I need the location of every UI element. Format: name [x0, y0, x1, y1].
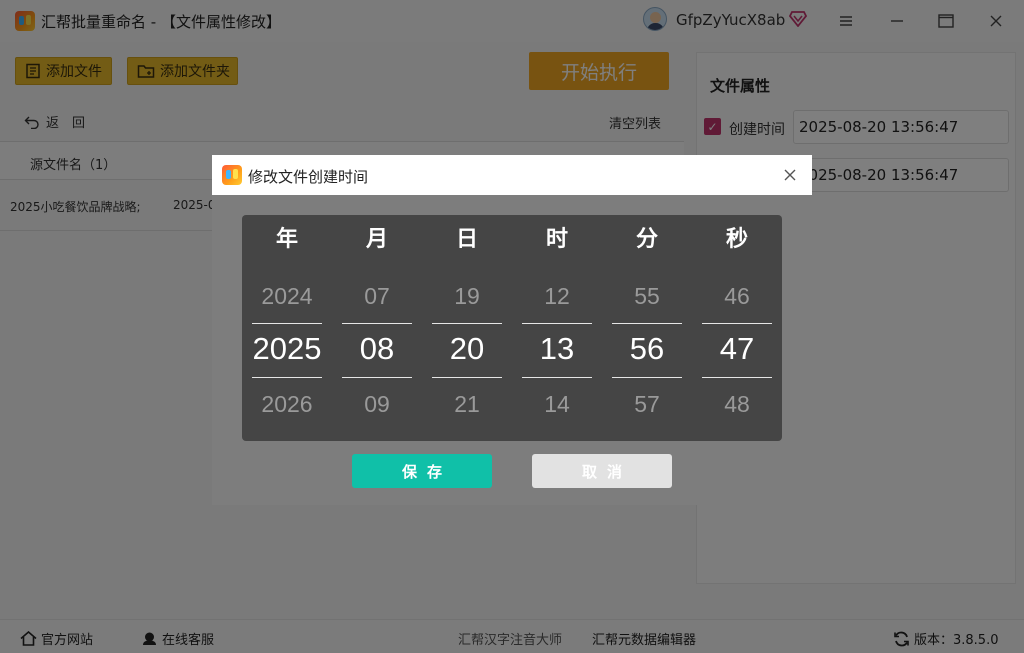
edit-created-time-dialog: 修改文件创建时间 年 2024 2025 2026 月 07 08 09 日 1…: [212, 155, 812, 505]
day-column[interactable]: 日 19 20 21: [422, 215, 512, 441]
year-line-bottom: [252, 377, 322, 378]
year-header: 年: [275, 227, 298, 252]
second-line-top: [702, 323, 772, 324]
month-prev[interactable]: 07: [332, 283, 422, 310]
month-line-top: [342, 323, 412, 324]
month-header: 月: [365, 227, 388, 252]
second-next[interactable]: 48: [692, 391, 782, 418]
day-line-bottom: [432, 377, 502, 378]
minute-header: 分: [635, 227, 658, 252]
minute-column[interactable]: 分 55 56 57: [602, 215, 692, 441]
dialog-title: 修改文件创建时间: [248, 168, 369, 186]
day-next[interactable]: 21: [422, 391, 512, 418]
hour-next[interactable]: 14: [512, 391, 602, 418]
dialog-header: 修改文件创建时间: [212, 155, 812, 195]
year-next[interactable]: 2026: [242, 391, 332, 418]
minute-selected[interactable]: 56: [602, 331, 692, 367]
hour-prev[interactable]: 12: [512, 283, 602, 310]
second-line-bottom: [702, 377, 772, 378]
year-selected[interactable]: 2025: [242, 331, 332, 367]
day-header: 日: [455, 227, 478, 252]
second-selected[interactable]: 47: [692, 331, 782, 367]
second-header: 秒: [725, 227, 748, 252]
save-button[interactable]: 保存: [352, 454, 492, 488]
year-line-top: [252, 323, 322, 324]
hour-line-bottom: [522, 377, 592, 378]
minute-line-top: [612, 323, 682, 324]
hour-selected[interactable]: 13: [512, 331, 602, 367]
year-column[interactable]: 年 2024 2025 2026: [242, 215, 332, 441]
hour-column[interactable]: 时 12 13 14: [512, 215, 602, 441]
day-selected[interactable]: 20: [422, 331, 512, 367]
hour-line-top: [522, 323, 592, 324]
second-column[interactable]: 秒 46 47 48: [692, 215, 782, 441]
month-next[interactable]: 09: [332, 391, 422, 418]
hour-header: 时: [545, 227, 568, 252]
month-selected[interactable]: 08: [332, 331, 422, 367]
month-line-bottom: [342, 377, 412, 378]
second-prev[interactable]: 46: [692, 283, 782, 310]
minute-line-bottom: [612, 377, 682, 378]
dialog-logo-icon: [222, 165, 242, 185]
minute-prev[interactable]: 55: [602, 283, 692, 310]
minute-next[interactable]: 57: [602, 391, 692, 418]
day-line-top: [432, 323, 502, 324]
day-prev[interactable]: 19: [422, 283, 512, 310]
cancel-button[interactable]: 取消: [532, 454, 672, 488]
year-prev[interactable]: 2024: [242, 283, 332, 310]
month-column[interactable]: 月 07 08 09: [332, 215, 422, 441]
dialog-close-icon[interactable]: [778, 163, 802, 187]
date-time-picker: 年 2024 2025 2026 月 07 08 09 日 19 20 21 时…: [242, 215, 782, 441]
